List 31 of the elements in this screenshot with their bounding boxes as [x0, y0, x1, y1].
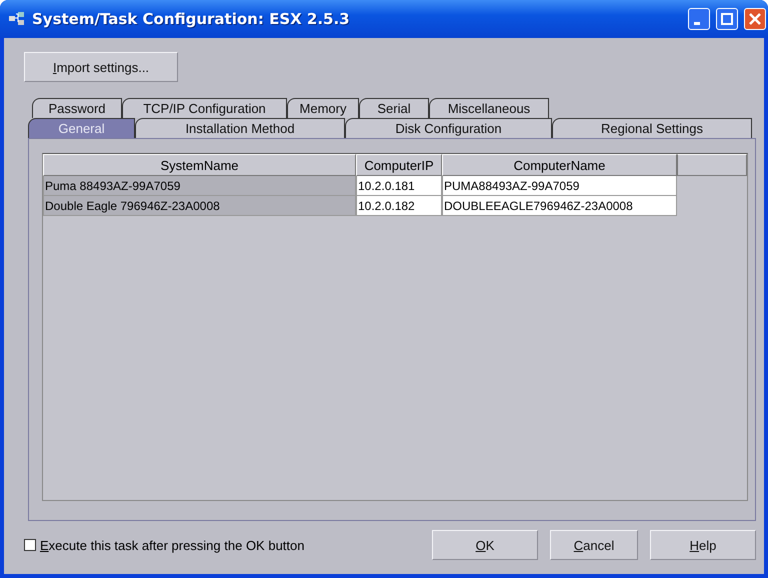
column-header[interactable]: ComputerName [442, 154, 677, 176]
tab[interactable]: Regional Settings [552, 118, 752, 138]
close-icon [749, 13, 761, 25]
tab[interactable]: Installation Method [135, 118, 345, 138]
tab[interactable]: Miscellaneous [429, 98, 549, 118]
minimize-icon [694, 22, 700, 24]
checkbox[interactable] [24, 539, 36, 551]
table-cell[interactable]: PUMA88493AZ-99A7059 [442, 176, 677, 196]
maximize-button[interactable] [716, 8, 738, 30]
import-settings-button[interactable]: Import settings... [24, 52, 178, 82]
maximize-icon [721, 13, 733, 25]
tab[interactable]: Serial [359, 98, 429, 118]
table-cell: Double Eagle 796946Z-23A0008 [43, 196, 356, 216]
tab[interactable]: Memory [287, 98, 359, 118]
window-title: System/Task Configuration: ESX 2.5.3 [32, 10, 351, 28]
table-cell[interactable]: 10.2.0.181 [356, 176, 442, 196]
tab[interactable]: Disk Configuration [345, 118, 552, 138]
table-cell[interactable]: DOUBLEEAGLE796946Z-23A0008 [442, 196, 677, 216]
dialog-button[interactable]: Cancel [550, 530, 638, 560]
table-cell: Puma 88493AZ-99A7059 [43, 176, 356, 196]
tab[interactable]: TCP/IP Configuration [122, 98, 287, 118]
column-header[interactable]: ComputerIP [356, 154, 442, 176]
close-button[interactable] [744, 8, 766, 30]
network-icon [8, 11, 26, 27]
column-header[interactable]: SystemName [43, 154, 356, 176]
dialog-button[interactable]: Help [650, 530, 756, 560]
dialog-button[interactable]: OK [432, 530, 538, 560]
tab[interactable]: Password [32, 98, 122, 118]
table-cell[interactable]: 10.2.0.182 [356, 196, 442, 216]
checkbox-label[interactable]: Execute this task after pressing the OK button [40, 538, 420, 552]
minimize-button[interactable] [688, 8, 710, 30]
